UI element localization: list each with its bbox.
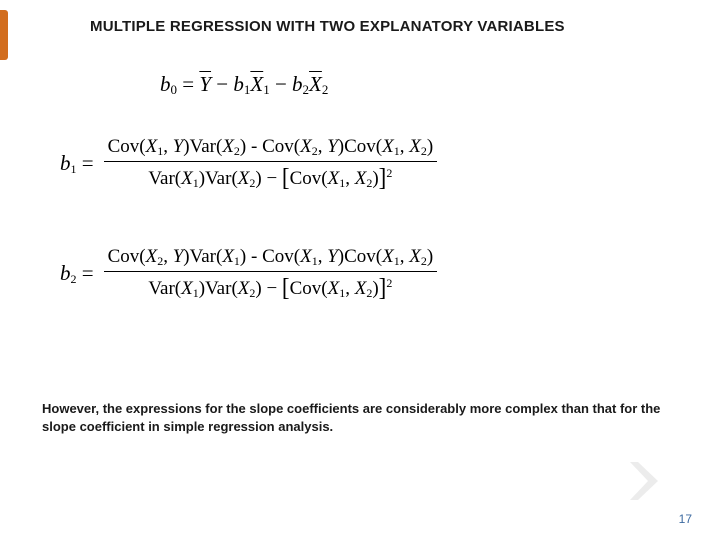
- equation-b1-denominator: Var(X1)Var(X2) − [Cov(X1, X2)]2: [144, 162, 396, 193]
- accent-bar: [0, 10, 8, 60]
- equation-b2: b2 = Cov(X2, Y)Var(X1) - Cov(X1, Y)Cov(X…: [60, 244, 437, 303]
- body-paragraph: However, the expressions for the slope c…: [42, 400, 678, 435]
- equation-b2-numerator: Cov(X2, Y)Var(X1) - Cov(X1, Y)Cov(X1, X2…: [104, 244, 438, 271]
- equation-b0: b0 = Y − b1X1 − b2X2: [160, 72, 328, 98]
- slide-title: MULTIPLE REGRESSION WITH TWO EXPLANATORY…: [90, 18, 565, 35]
- chevron-right-icon: [628, 460, 662, 502]
- equation-b1: b1 = Cov(X1, Y)Var(X2) - Cov(X2, Y)Cov(X…: [60, 134, 437, 193]
- equation-b2-denominator: Var(X1)Var(X2) − [Cov(X1, X2)]2: [144, 272, 396, 303]
- page-number: 17: [679, 512, 692, 526]
- equation-b1-numerator: Cov(X1, Y)Var(X2) - Cov(X2, Y)Cov(X1, X2…: [104, 134, 438, 161]
- formula-region: b0 = Y − b1X1 − b2X2 b1 = Cov(X1, Y)Var(…: [60, 58, 660, 368]
